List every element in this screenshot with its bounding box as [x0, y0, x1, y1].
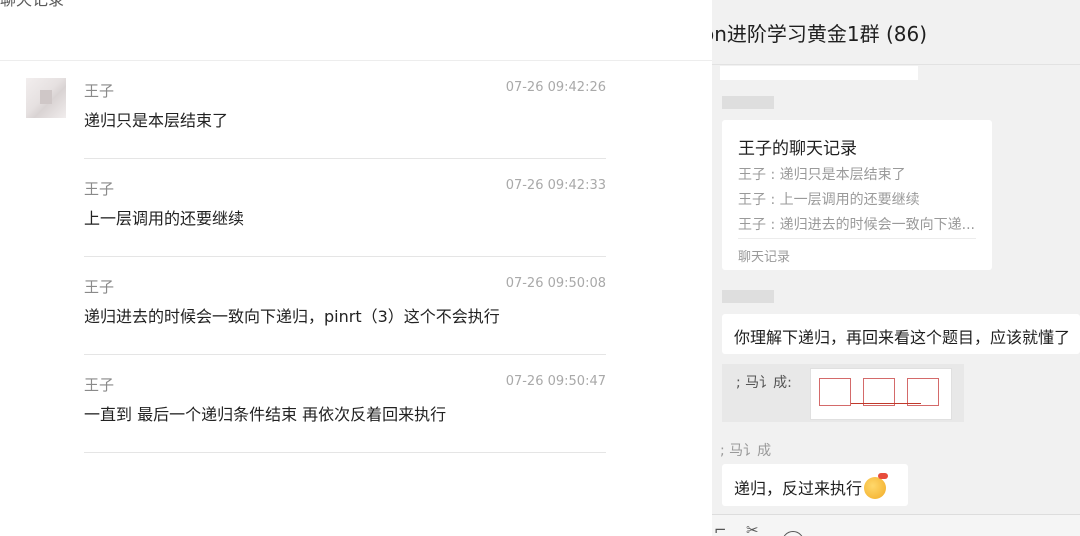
message-time: 07-26 09:42:33: [505, 178, 606, 193]
message-bubble[interactable]: 递归，反过来执行: [722, 464, 908, 506]
diagram-arrow: [851, 403, 921, 404]
window-title: 聊天记录: [0, 0, 64, 10]
message-time: 07-26 09:42:26: [505, 80, 606, 95]
group-title: on进阶学习黄金1群 (86): [712, 22, 928, 46]
blurred-sender-name: [722, 290, 774, 303]
card-title: 王子的聊天记录: [738, 139, 857, 159]
message-text: 一直到 最后一个递归条件结束 再依次反着回来执行: [84, 405, 447, 424]
message-time: 07-26 09:50:08: [505, 276, 606, 291]
card-line: 王子 : 递归只是本层结束了: [738, 167, 906, 183]
message-text: 递归进去的时候会一致向下递归，pinrt（3）这个不会执行: [84, 307, 500, 326]
group-chat-window: on进阶学习黄金1群 (86) 王子的聊天记录 王子 : 递归只是本层结束了 王…: [712, 0, 1080, 536]
diagram-box: [819, 378, 851, 406]
card-line: 王子 : 上一层调用的还要继续: [738, 192, 920, 208]
record-message: 王子 07-26 09:42:33 上一层调用的还要继续: [84, 178, 606, 276]
history-icon[interactable]: [782, 531, 804, 536]
card-line: 王子 : 递归进去的时候会一致向下递...: [738, 217, 975, 233]
header-divider: [712, 64, 1080, 65]
emoji-icon[interactable]: ⌐: [714, 521, 727, 536]
blurred-sender-name: [722, 96, 774, 109]
scissors-icon[interactable]: ✂: [746, 521, 759, 536]
diagram-box: [907, 378, 939, 406]
message-divider: [84, 256, 606, 257]
message-sender: 王子: [84, 180, 115, 198]
record-message: 王子 07-26 09:50:08 递归进去的时候会一致向下递归，pinrt（3…: [84, 276, 606, 374]
message-text: 上一层调用的还要继续: [84, 209, 245, 228]
card-footer: 聊天记录: [738, 250, 791, 265]
diagram-box: [863, 378, 895, 406]
message-bubble[interactable]: 你理解下递归，再回来看这个题目，应该就懂了: [722, 314, 1080, 354]
message-divider: [84, 452, 606, 453]
avatar[interactable]: [26, 78, 66, 118]
thinking-emoji-icon: [864, 473, 889, 499]
message-sender: 王子: [84, 278, 115, 296]
chat-record-card[interactable]: 王子的聊天记录 王子 : 递归只是本层结束了 王子 : 上一层调用的还要继续 王…: [722, 120, 992, 270]
card-divider: [738, 238, 976, 239]
chat-record-window: 聊天记录 王子 07-26 09:42:26 递归只是本层结束了 王子 07-2…: [0, 0, 712, 536]
message-text: 递归只是本层结束了: [84, 111, 229, 130]
image-thumbnail[interactable]: [810, 368, 952, 420]
previous-message-bubble[interactable]: [720, 66, 918, 80]
sender-name: ; 马讠成: [720, 443, 772, 459]
image-message[interactable]: ; 马讠成:: [722, 364, 964, 422]
record-message: 王子 07-26 09:50:47 一直到 最后一个递归条件结束 再依次反着回来…: [84, 374, 606, 472]
message-sender: 王子: [84, 82, 115, 100]
header-divider: [0, 60, 712, 61]
record-message: 王子 07-26 09:42:26 递归只是本层结束了: [84, 80, 606, 178]
message-sender: 王子: [84, 376, 115, 394]
message-text: 递归，反过来执行: [734, 479, 863, 498]
image-sender-label: ; 马讠成:: [736, 375, 792, 391]
message-divider: [84, 354, 606, 355]
message-divider: [84, 158, 606, 159]
input-toolbar: ⌐ ✂: [712, 514, 1080, 536]
message-time: 07-26 09:50:47: [505, 374, 606, 389]
